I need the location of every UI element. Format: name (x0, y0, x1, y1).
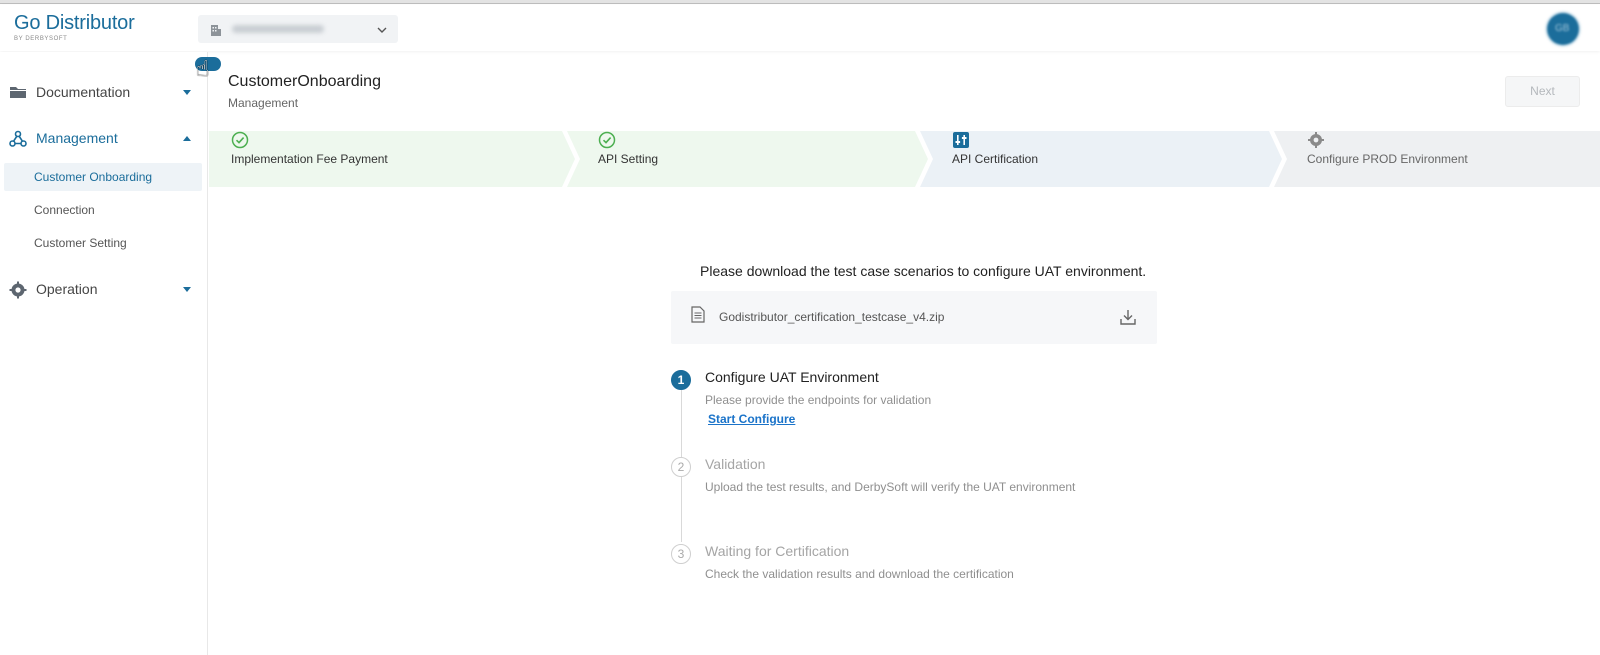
sidebar-group-label: Operation (36, 281, 98, 297)
step-api-certification[interactable]: API Certification (952, 131, 1038, 187)
step-title: Configure UAT Environment (705, 369, 879, 385)
caret-down-icon (183, 90, 191, 95)
user-avatar[interactable]: GB (1547, 13, 1579, 45)
step-number-badge: 1 (671, 370, 691, 390)
step-description: Upload the test results, and DerbySoft w… (705, 480, 1076, 494)
breadcrumb: Management (228, 96, 299, 110)
step-description: Please provide the endpoints for validat… (705, 393, 932, 407)
page-title: CustomerOnboarding (228, 73, 381, 90)
logo-subtitle: BY DERBYSOFT (14, 36, 68, 42)
mouse-cursor-hand-icon: ☝ (196, 56, 210, 81)
step-label: Implementation Fee Payment (231, 152, 388, 166)
download-icon[interactable] (1119, 308, 1137, 331)
gear-icon (9, 281, 27, 304)
next-button[interactable]: Next (1505, 76, 1580, 107)
onboarding-stepper: Implementation Fee Payment API Setting A… (209, 131, 1600, 187)
network-icon (9, 130, 27, 153)
sidebar-item-customer-onboarding[interactable]: Customer Onboarding (4, 163, 202, 191)
company-name-redacted (232, 25, 324, 33)
file-name: Godistributor_certification_testcase_v4.… (719, 310, 945, 324)
check-circle-icon (231, 131, 249, 149)
step-connector (681, 477, 682, 542)
sidebar-group-management[interactable]: Management (0, 121, 208, 157)
sliders-icon (953, 132, 969, 148)
step-title: Waiting for Certification (705, 543, 850, 559)
sidebar-group-label: Management (36, 130, 118, 146)
step-number-badge: 2 (671, 457, 691, 477)
step-number-badge: 3 (671, 544, 691, 564)
instruction-text: Please download the test case scenarios … (700, 263, 1147, 279)
sidebar-item-connection[interactable]: Connection (0, 196, 208, 224)
step-description: Check the validation results and downloa… (705, 567, 1014, 581)
caret-down-icon (183, 287, 191, 292)
sidebar: Documentation Management Customer Onboar… (0, 52, 208, 655)
sidebar-group-label: Documentation (36, 84, 131, 100)
company-selector[interactable] (198, 15, 398, 43)
caret-up-icon (183, 136, 191, 141)
step-label: Configure PROD Environment (1307, 152, 1468, 166)
app-logo[interactable]: Go Distributor BY DERBYSOFT (14, 13, 135, 42)
start-configure-link[interactable]: Start Configure (708, 412, 795, 426)
step-label: API Setting (598, 152, 659, 166)
step-title: Validation (705, 456, 766, 472)
step-implementation-fee-payment[interactable]: Implementation Fee Payment (231, 131, 388, 187)
sidebar-item-customer-setting[interactable]: Customer Setting (0, 229, 208, 257)
step-label: API Certification (952, 152, 1039, 166)
document-icon (691, 306, 705, 328)
gear-icon (1308, 132, 1324, 148)
building-icon (210, 23, 222, 41)
top-bar: Go Distributor BY DERBYSOFT GB (0, 5, 1600, 51)
browser-top-border (0, 0, 1600, 4)
sidebar-group-operation[interactable]: Operation (0, 272, 208, 308)
sidebar-group-documentation[interactable]: Documentation (0, 75, 208, 111)
folder-icon (9, 84, 27, 105)
step-api-setting[interactable]: API Setting (598, 131, 658, 187)
test-case-file-card: Godistributor_certification_testcase_v4.… (671, 291, 1157, 344)
chevron-down-icon (376, 23, 388, 41)
logo-title: Go Distributor (14, 12, 135, 34)
check-circle-icon (598, 131, 616, 149)
step-connector (681, 389, 682, 457)
step-configure-prod-environment[interactable]: Configure PROD Environment (1307, 131, 1468, 187)
